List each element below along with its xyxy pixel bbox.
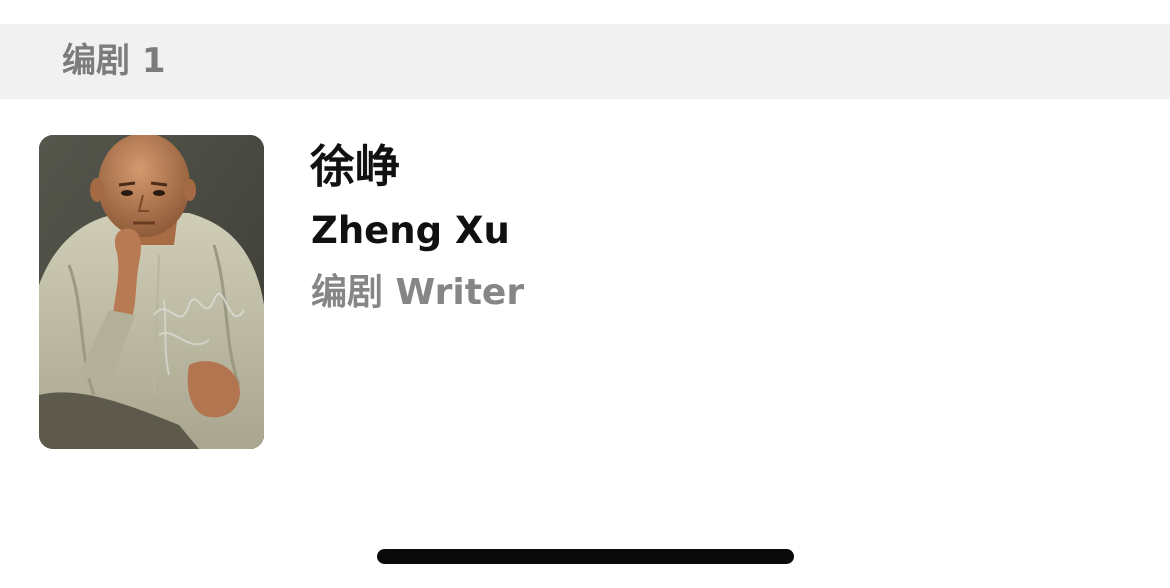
section-header: 编剧 1 (0, 24, 1170, 99)
person-name-english: Zheng Xu (311, 209, 510, 252)
person-role: 编剧 Writer (311, 272, 525, 313)
person-photo[interactable] (39, 135, 264, 449)
section-title: 编剧 1 (62, 41, 166, 81)
cast-detail-screen: 编剧 1 徐峥 Zheng Xu 编剧 Writer (0, 0, 1170, 588)
person-name-chinese: 徐峥 (310, 140, 401, 193)
person-row[interactable]: 徐峥 Zheng Xu 编剧 Writer (0, 99, 1170, 479)
portrait-image (39, 135, 264, 449)
home-indicator[interactable] (377, 549, 794, 564)
